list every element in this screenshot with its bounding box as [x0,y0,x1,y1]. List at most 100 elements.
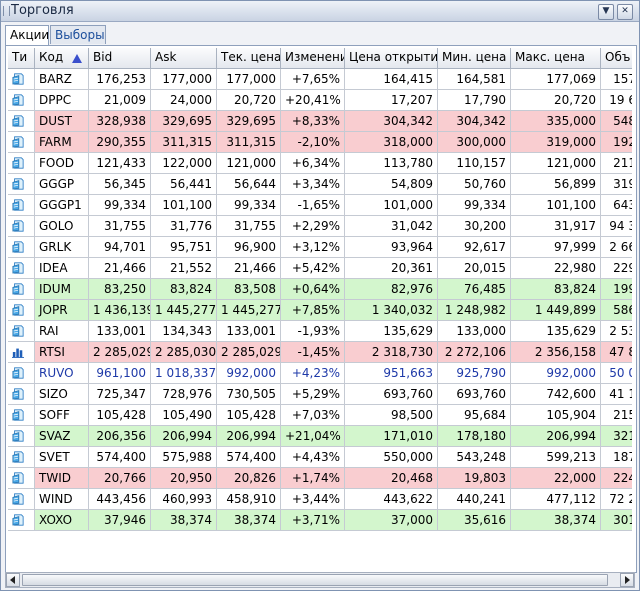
col-bid-cell: 94,701 [89,237,151,258]
col-bid-cell: 133,001 [89,321,151,342]
title-bar[interactable]: Торговля ▼ ✕ [1,1,639,22]
col-code-cell: IDEA [35,258,89,279]
table-row[interactable]: XOXO 37,946 38,374 38,374 +3,71% 37,000 35,616… [8,510,632,531]
header-col-open[interactable]: Цена открытия [345,48,438,69]
col-ask-cell: 56,441 [151,174,217,195]
table-header: Ти Код Bid Ask Тек. цена Изменени Цена открыти… [8,48,632,69]
col-low-cell: 1 248,982 [438,300,511,321]
table-row[interactable]: GRLK 94,701 95,751 96,900 +3,12% 93,964 92,617… [8,237,632,258]
table-row[interactable]: SOFF 105,428 105,490 105,428 +7,03% 98,500 95,… [8,405,632,426]
col-open-cell: 1 340,032 [345,300,438,321]
table-row[interactable]: DUST 328,938 329,695 329,695 +8,33% 304,342 30… [8,111,632,132]
header-col-high[interactable]: Макс. цена [511,48,601,69]
arrow-right-icon [625,576,630,584]
col-open-cell: 37,000 [345,510,438,531]
horizontal-scrollbar[interactable] [5,572,635,588]
col-open-cell: 135,629 [345,321,438,342]
header-col-change[interactable]: Изменени [281,48,345,69]
col-high-cell: 1 449,899 [511,300,601,321]
col-volume-cell: 72 2 [601,489,632,510]
col-change-cell: +3,12% [281,237,345,258]
header-col-code[interactable]: Код [35,48,89,69]
grip-icon [3,6,10,16]
scroll-left-button[interactable] [6,573,20,587]
col-bid-cell: 21,466 [89,258,151,279]
stock-document-icon [12,199,24,211]
table-row[interactable]: SIZO 725,347 728,976 730,505 +5,29% 693,760 69… [8,384,632,405]
trading-window: Торговля ▼ ✕ Акции Выборы Ти Код Bid Ask Тек… [0,0,640,591]
col-price-cell: 56,644 [217,174,281,195]
header-col-price[interactable]: Тек. цена [217,48,281,69]
header-col-type[interactable]: Ти [8,48,35,69]
col-ask-cell: 101,100 [151,195,217,216]
table-row[interactable]: FOOD 121,433 122,000 121,000 +6,34% 113,780 11… [8,153,632,174]
col-low-cell: 440,241 [438,489,511,510]
col-change-cell: +3,44% [281,489,345,510]
col-volume-cell: 586 [601,300,632,321]
col-code-cell: DPPC [35,90,89,111]
col-change-cell: +21,04% [281,426,345,447]
scroll-thumb[interactable] [22,574,608,586]
col-low-cell: 30,200 [438,216,511,237]
table-row[interactable]: RUVO 961,100 1 018,337 992,000 +4,23% 951,663… [8,363,632,384]
col-volume-cell: 94 3 [601,216,632,237]
col-ask-cell: 206,994 [151,426,217,447]
table-row[interactable]: RAI 133,001 134,343 133,001 -1,93% 135,629 133… [8,321,632,342]
header-col-bid[interactable]: Bid [89,48,151,69]
col-low-cell: 95,684 [438,405,511,426]
header-col-volume[interactable]: Объ [601,48,632,69]
table-row[interactable]: FARM 290,355 311,315 311,315 -2,10% 318,000 30… [8,132,632,153]
table-row[interactable]: RTSI 2 285,029 2 285,030 2 285,029 -1,45% 2 3… [8,342,632,363]
col-ask-cell: 31,776 [151,216,217,237]
col-bid-cell: 31,755 [89,216,151,237]
col-volume-cell: 319 [601,174,632,195]
scroll-right-button[interactable] [620,573,634,587]
col-low-cell: 19,803 [438,468,511,489]
col-volume-cell: 187 [601,447,632,468]
table-row[interactable]: GGGP1 99,334 101,100 99,334 -1,65% 101,000 99,… [8,195,632,216]
close-button[interactable]: ✕ [617,4,633,20]
col-high-cell: 20,720 [511,90,601,111]
col-volume-cell: 199 [601,279,632,300]
col-change-cell: +20,41% [281,90,345,111]
table-row[interactable]: SVAZ 206,356 206,994 206,994 +21,04% 171,010 1… [8,426,632,447]
col-change-cell: +2,29% [281,216,345,237]
table-row[interactable]: IDUM 83,250 83,824 83,508 +0,64% 82,976 76,485… [8,279,632,300]
stock-document-icon [12,430,24,442]
type-cell [8,363,35,384]
table-row[interactable]: BARZ 176,253 177,000 177,000 +7,65% 164,415 16… [8,69,632,90]
col-bid-cell: 37,946 [89,510,151,531]
col-high-cell: 121,000 [511,153,601,174]
table-row[interactable]: TWID 20,766 20,950 20,826 +1,74% 20,468 19,803… [8,468,632,489]
tab-stocks[interactable]: Акции [5,25,49,46]
col-code-cell: WIND [35,489,89,510]
tab-elections[interactable]: Выборы [50,25,106,44]
col-open-cell: 318,000 [345,132,438,153]
col-bid-cell: 290,355 [89,132,151,153]
table-row[interactable]: GOLO 31,755 31,776 31,755 +2,29% 31,042 30,200… [8,216,632,237]
col-low-cell: 50,760 [438,174,511,195]
col-ask-cell: 460,993 [151,489,217,510]
table-row[interactable]: IDEA 21,466 21,552 21,466 +5,42% 20,361 20,015… [8,258,632,279]
col-price-cell: 1 445,277 [217,300,281,321]
table-row[interactable]: WIND 443,456 460,993 458,910 +3,44% 443,622 44… [8,489,632,510]
col-high-cell: 206,994 [511,426,601,447]
type-cell [8,384,35,405]
col-price-cell: 99,334 [217,195,281,216]
table-row[interactable]: GGGP 56,345 56,441 56,644 +3,34% 54,809 50,760… [8,174,632,195]
col-open-cell: 164,415 [345,69,438,90]
col-low-cell: 110,157 [438,153,511,174]
col-high-cell: 56,899 [511,174,601,195]
table-row[interactable]: SVET 574,400 575,988 574,400 +4,43% 550,000 54… [8,447,632,468]
col-high-cell: 105,904 [511,405,601,426]
header-col-low[interactable]: Мин. цена [438,48,511,69]
col-change-cell: -1,45% [281,342,345,363]
col-change-cell: -1,93% [281,321,345,342]
header-col-ask[interactable]: Ask [151,48,217,69]
col-price-cell: 206,994 [217,426,281,447]
table-row[interactable]: DPPC 21,009 24,000 20,720 +20,41% 17,207 17,79… [8,90,632,111]
minimize-button[interactable]: ▼ [598,4,614,20]
table-row[interactable]: JOPR 1 436,139 1 445,277 1 445,277 +7,85% 1 3… [8,300,632,321]
col-price-cell: 730,505 [217,384,281,405]
type-cell [8,174,35,195]
